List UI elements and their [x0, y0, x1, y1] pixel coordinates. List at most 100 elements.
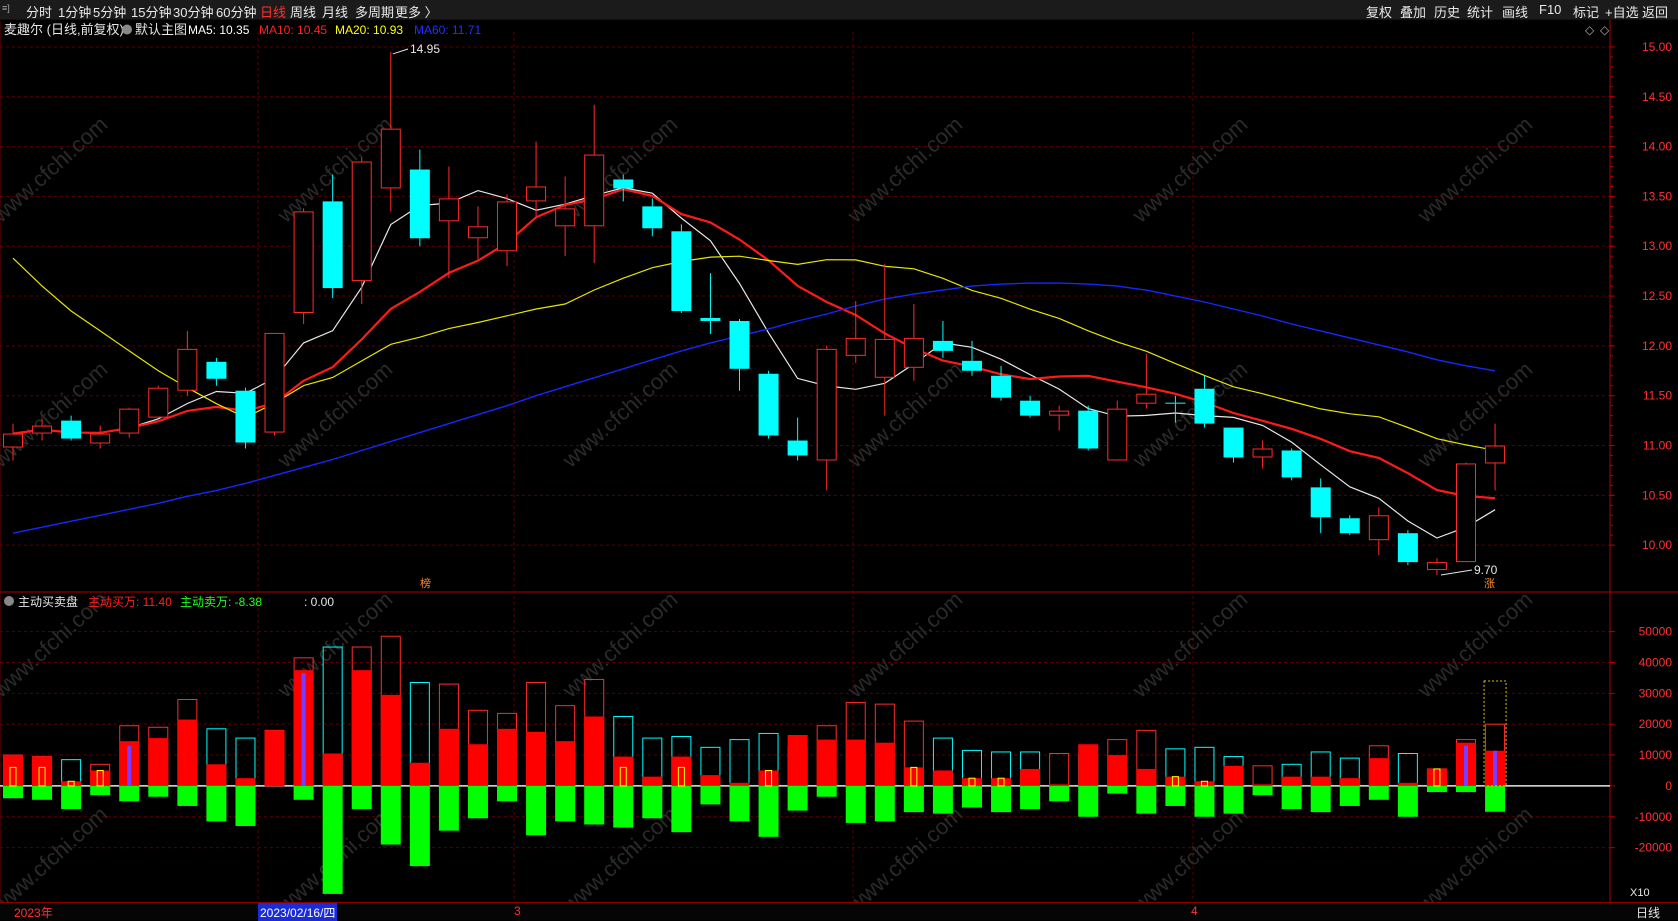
watermark-text: www.cfchi.com	[842, 111, 968, 228]
candle-body-up	[1136, 393, 1157, 404]
candle-body-up	[1049, 410, 1070, 416]
ma-legend-2: MA20: 10.93	[335, 23, 403, 37]
period-tab-7[interactable]: 周线	[290, 2, 316, 21]
sell-bar	[206, 785, 227, 822]
candle-body-up	[293, 211, 314, 313]
toolbar-action-8[interactable]: 返回	[1642, 2, 1668, 21]
candle-body-up	[467, 226, 488, 239]
toolbar-action-7[interactable]: +自选	[1605, 2, 1639, 21]
candle-body-down	[409, 169, 430, 239]
candle-body-up	[1426, 562, 1447, 571]
buy-bar	[32, 756, 53, 786]
candle-body-down	[787, 440, 808, 456]
candle-body-up	[903, 337, 924, 368]
period-label[interactable]: 日线	[1636, 904, 1660, 921]
toolbar-action-2[interactable]: 历史	[1434, 2, 1460, 21]
main-chart-label[interactable]: 默认主图	[135, 22, 187, 37]
sell-bar	[235, 785, 256, 827]
candle-body-up	[438, 198, 459, 222]
sell-bar	[61, 785, 82, 810]
bang-marker[interactable]: 榜	[420, 576, 431, 590]
buy-bar	[467, 744, 488, 786]
period-tab-10[interactable]: 更多 〉	[395, 2, 438, 21]
candle-body-up	[1485, 445, 1506, 464]
toolbar-action-6[interactable]: 标记	[1573, 2, 1599, 21]
sell-bar	[1078, 785, 1099, 817]
toolbar-action-1[interactable]: 叠加	[1400, 2, 1426, 21]
period-tab-6[interactable]: 日线	[260, 2, 286, 21]
candle-body-down	[1223, 427, 1244, 458]
buy-bar	[729, 782, 750, 786]
highlight-bar	[127, 745, 132, 786]
period-tab-2[interactable]: 5分钟	[93, 2, 126, 21]
zhang-marker[interactable]: 涨	[1484, 577, 1495, 590]
window-menu-icon[interactable]: ≡]	[2, 3, 10, 13]
buy-bar	[671, 756, 692, 786]
sell-bar	[787, 785, 808, 811]
candle-body-up	[32, 425, 53, 434]
toolbar-action-3[interactable]: 统计	[1467, 2, 1493, 21]
sub-panel-dot-icon[interactable]	[4, 596, 14, 606]
candle-body-down	[642, 206, 663, 229]
highlight-bar	[301, 673, 306, 786]
sell-bar	[1281, 785, 1302, 810]
price-axis-label: 13.50	[1642, 189, 1672, 203]
volume-total-outline	[1397, 753, 1418, 787]
buy-bar	[1281, 776, 1302, 786]
period-tab-8[interactable]: 月线	[322, 2, 348, 21]
sell-bar	[409, 785, 430, 867]
period-tab-9[interactable]: 多周期	[355, 2, 394, 21]
diamond-icon[interactable]: ◇	[1585, 23, 1595, 37]
sell-bar	[526, 785, 547, 836]
sell-bar	[1049, 785, 1070, 802]
ma20-line	[12, 255, 1496, 451]
sell-bar	[1310, 785, 1331, 813]
watermark-text: www.cfchi.com	[0, 356, 112, 473]
toolbar-action-0[interactable]: 复权	[1366, 2, 1392, 21]
volume-axis-label: -20000	[1635, 841, 1673, 855]
collapse-icon[interactable]: ◇	[1600, 23, 1610, 37]
sell-bar	[874, 785, 895, 822]
volume-axis-label: 30000	[1639, 686, 1673, 700]
candle-body-down	[1165, 402, 1186, 404]
low-price-label: 9.70	[1474, 563, 1498, 577]
sell-bar	[1020, 785, 1041, 810]
period-tab-5[interactable]: 60分钟	[216, 2, 256, 21]
candle-body-up	[119, 408, 140, 434]
buy-bar	[845, 739, 866, 786]
period-tab-4[interactable]: 30分钟	[173, 2, 213, 21]
buy-bar	[380, 694, 401, 786]
sell-bar	[729, 785, 750, 822]
candle-body-down	[671, 231, 692, 311]
buy-bar	[1223, 765, 1244, 786]
buy-bar	[1078, 744, 1099, 786]
toolbar-action-5[interactable]: F10	[1539, 2, 1561, 17]
buy-bar	[903, 767, 924, 786]
settings-dot-icon[interactable]	[122, 24, 132, 35]
period-tab-3[interactable]: 15分钟	[131, 2, 171, 21]
period-tab-0[interactable]: 分时	[26, 2, 52, 21]
toolbar-action-4[interactable]: 画线	[1502, 2, 1528, 21]
buy-bar	[497, 728, 518, 786]
buy-bar	[351, 670, 372, 786]
period-tab-1[interactable]: 1分钟	[58, 2, 91, 21]
buy-bar	[787, 734, 808, 786]
high-pointer	[392, 48, 409, 55]
buy-label: 主动买万: 11.40	[88, 595, 172, 609]
candle-body-down	[1020, 400, 1041, 416]
buy-bar	[1339, 778, 1360, 786]
price-axis-label: 11.00	[1643, 439, 1672, 453]
candle-body-down	[613, 179, 634, 189]
sell-label: 主动卖万: -8.38	[180, 595, 262, 609]
candle-body-up	[1368, 515, 1389, 541]
buy-sell-bars	[0, 635, 1610, 894]
volume-axis-label: 0	[1665, 779, 1672, 793]
month-4-label: 4	[1191, 904, 1198, 918]
sell-bar	[497, 785, 518, 802]
buy-bar	[961, 778, 982, 786]
moving-average-lines	[12, 187, 1496, 539]
stock-chart[interactable]: www.cfchi.com www.cfchi.com www.cfchi.com w…	[0, 20, 1678, 902]
price-axis-label: 12.50	[1642, 289, 1672, 303]
candle-body-down	[235, 390, 256, 443]
sell-bar	[758, 785, 779, 837]
